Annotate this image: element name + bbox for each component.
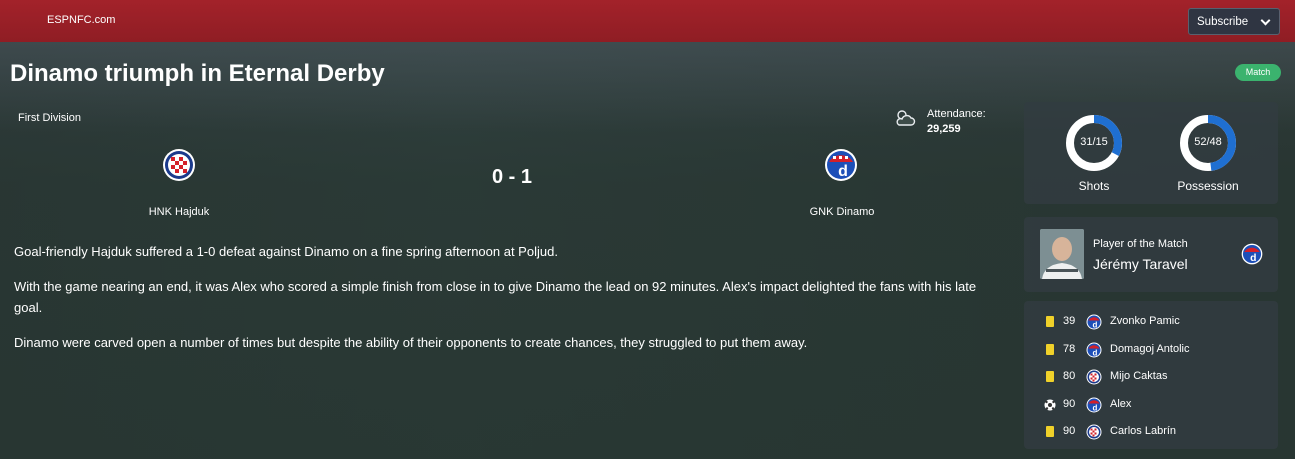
match-events-panel: 39 d Zvonko Pamic 78 d Domagoj Antolic 80 Mijo … bbox=[1024, 301, 1278, 449]
shots-label: Shots bbox=[1078, 179, 1110, 193]
yellow-card-icon bbox=[1046, 343, 1054, 355]
hajduk-crest-icon bbox=[1086, 369, 1102, 385]
article-body: Goal-friendly Hajduk suffered a 1-0 defe… bbox=[14, 241, 1004, 367]
subscribe-button[interactable]: Subscribe bbox=[1188, 8, 1280, 35]
player-photo bbox=[1040, 229, 1084, 279]
match-score: 0 - 1 bbox=[491, 166, 533, 188]
event-player[interactable]: Zvonko Pamic bbox=[1110, 315, 1180, 327]
chevron-down-icon bbox=[1260, 15, 1271, 26]
yellow-card-icon bbox=[1046, 426, 1054, 437]
event-player[interactable]: Mijo Caktas bbox=[1110, 370, 1167, 382]
event-player[interactable]: Alex bbox=[1110, 398, 1131, 410]
attendance-value: 29,259 bbox=[927, 123, 961, 135]
article-paragraph: Goal-friendly Hajduk suffered a 1-0 defe… bbox=[14, 244, 558, 259]
top-bar: ESPNFC.com Subscribe bbox=[0, 0, 1295, 42]
event-minute: 90 bbox=[1063, 425, 1076, 437]
event-player[interactable]: Domagoj Antolic bbox=[1110, 343, 1190, 355]
subscribe-label: Subscribe bbox=[1197, 16, 1249, 28]
potm-player-name[interactable]: Jérémy Taravel bbox=[1093, 256, 1188, 272]
dinamo-crest-icon: d bbox=[1241, 243, 1263, 265]
dinamo-crest-icon: d bbox=[1086, 397, 1102, 412]
goal-ball-icon bbox=[1044, 399, 1056, 410]
away-team-name[interactable]: GNK Dinamo bbox=[792, 206, 892, 218]
article-paragraph: Dinamo were carved open a number of time… bbox=[14, 335, 808, 350]
event-row[interactable]: 78 d Domagoj Antolic bbox=[1024, 340, 1278, 360]
dinamo-crest-icon[interactable]: d bbox=[824, 148, 858, 182]
dinamo-crest-icon: d bbox=[1086, 342, 1102, 357]
svg-text:d: d bbox=[1093, 348, 1098, 357]
event-minute: 90 bbox=[1063, 397, 1076, 410]
event-row[interactable]: 90 d Alex bbox=[1024, 395, 1278, 415]
event-minute: 78 bbox=[1063, 342, 1076, 355]
match-tag: Match bbox=[1235, 64, 1281, 81]
player-of-match-panel[interactable]: Player of the Match Jérémy Taravel d bbox=[1024, 217, 1278, 292]
event-minute: 39 bbox=[1063, 315, 1076, 327]
hajduk-crest-icon[interactable] bbox=[162, 148, 196, 182]
svg-text:d: d bbox=[1093, 403, 1098, 412]
event-row[interactable]: 80 Mijo Caktas bbox=[1024, 367, 1278, 387]
event-player[interactable]: Carlos Labrín bbox=[1110, 425, 1176, 437]
event-minute: 80 bbox=[1063, 370, 1076, 382]
event-row[interactable]: 39 d Zvonko Pamic bbox=[1024, 312, 1278, 332]
yellow-card-icon bbox=[1046, 371, 1054, 382]
brand-label[interactable]: ESPNFC.com bbox=[47, 14, 115, 26]
hajduk-crest-icon bbox=[1086, 424, 1102, 440]
match-stats-panel: 31/15 Shots 52/48 Possession bbox=[1024, 102, 1278, 204]
event-row[interactable]: 90 Carlos Labrín bbox=[1024, 422, 1278, 442]
home-team-name[interactable]: HNK Hajduk bbox=[130, 206, 228, 218]
svg-text:d: d bbox=[838, 163, 848, 180]
article-paragraph: With the game nearing an end, it was Ale… bbox=[14, 279, 977, 315]
competition-label[interactable]: First Division bbox=[18, 112, 81, 124]
possession-value: 52/48 bbox=[1194, 136, 1222, 148]
svg-text:d: d bbox=[1093, 321, 1098, 330]
possession-label: Possession bbox=[1177, 179, 1239, 193]
attendance-label: Attendance: bbox=[927, 108, 986, 120]
svg-text:d: d bbox=[1250, 253, 1256, 264]
potm-label: Player of the Match bbox=[1093, 238, 1188, 250]
dinamo-crest-icon: d bbox=[1086, 314, 1102, 330]
shots-value: 31/15 bbox=[1080, 136, 1108, 148]
yellow-card-icon bbox=[1046, 316, 1054, 327]
cloudy-icon bbox=[896, 110, 916, 126]
page-title: Dinamo triumph in Eternal Derby bbox=[10, 60, 385, 87]
